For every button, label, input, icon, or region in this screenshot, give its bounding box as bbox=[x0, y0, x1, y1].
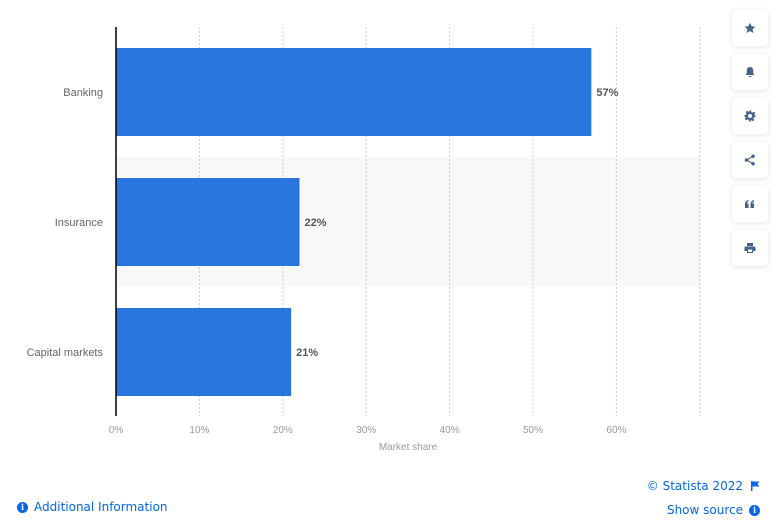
bar[interactable] bbox=[116, 308, 292, 396]
data-label: 21% bbox=[296, 347, 318, 359]
cite-button[interactable] bbox=[732, 186, 768, 222]
notification-button[interactable] bbox=[732, 54, 768, 90]
copyright[interactable]: © Statista 2022 bbox=[647, 479, 760, 493]
x-tick-labels: 0% 10% 20% 30% 40% 50% 60% bbox=[109, 425, 627, 436]
print-icon bbox=[744, 243, 756, 253]
x-tick-label: 50% bbox=[523, 425, 543, 436]
bar[interactable] bbox=[116, 48, 592, 136]
show-source-link[interactable]: Show source i bbox=[667, 503, 760, 517]
data-label: 22% bbox=[304, 217, 326, 229]
x-axis-title: Market share bbox=[379, 442, 438, 453]
x-tick-label: 40% bbox=[440, 425, 460, 436]
category-label: Insurance bbox=[55, 217, 103, 229]
star-icon bbox=[744, 22, 756, 33]
favorite-button[interactable] bbox=[732, 10, 768, 46]
x-tick-label: 60% bbox=[606, 425, 626, 436]
bar[interactable] bbox=[116, 178, 300, 266]
print-button[interactable] bbox=[732, 230, 768, 266]
flag-icon bbox=[751, 481, 760, 491]
show-source-label: Show source bbox=[666, 503, 743, 517]
x-tick-label: 20% bbox=[273, 425, 293, 436]
bar-chart: Banking Insurance Capital markets 57% 22% 21… bbox=[27, 27, 701, 453]
category-label: Banking bbox=[63, 87, 103, 99]
copyright-text: © Statista 2022 bbox=[646, 479, 743, 493]
x-tick-label: 30% bbox=[356, 425, 376, 436]
chart-toolbar bbox=[732, 10, 768, 274]
bell-icon bbox=[745, 67, 755, 78]
x-tick-label: 10% bbox=[189, 425, 209, 436]
info-icon: i bbox=[17, 501, 28, 513]
quote-icon bbox=[745, 200, 754, 208]
category-labels: Banking Insurance Capital markets bbox=[27, 87, 104, 359]
info-icon: i bbox=[749, 504, 760, 516]
category-label: Capital markets bbox=[27, 347, 104, 359]
settings-button[interactable] bbox=[732, 98, 768, 134]
share-icon bbox=[744, 154, 755, 166]
additional-information-label: Additional Information bbox=[34, 500, 168, 514]
additional-information-link[interactable]: i Additional Information bbox=[17, 500, 168, 514]
share-button[interactable] bbox=[732, 142, 768, 178]
gear-icon bbox=[744, 110, 756, 122]
x-tick-label: 0% bbox=[109, 425, 124, 436]
data-label: 57% bbox=[596, 87, 618, 99]
